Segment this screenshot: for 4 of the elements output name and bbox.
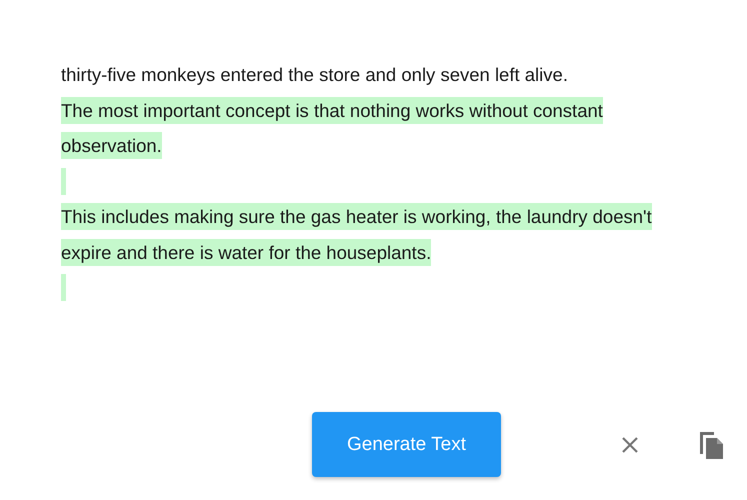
copy-icon[interactable] (698, 430, 724, 460)
generate-button[interactable]: Generate Text (312, 412, 501, 477)
text-line: thirty-five monkeys entered the store and only seven left alive. (61, 63, 568, 88)
close-icon[interactable] (621, 436, 639, 454)
